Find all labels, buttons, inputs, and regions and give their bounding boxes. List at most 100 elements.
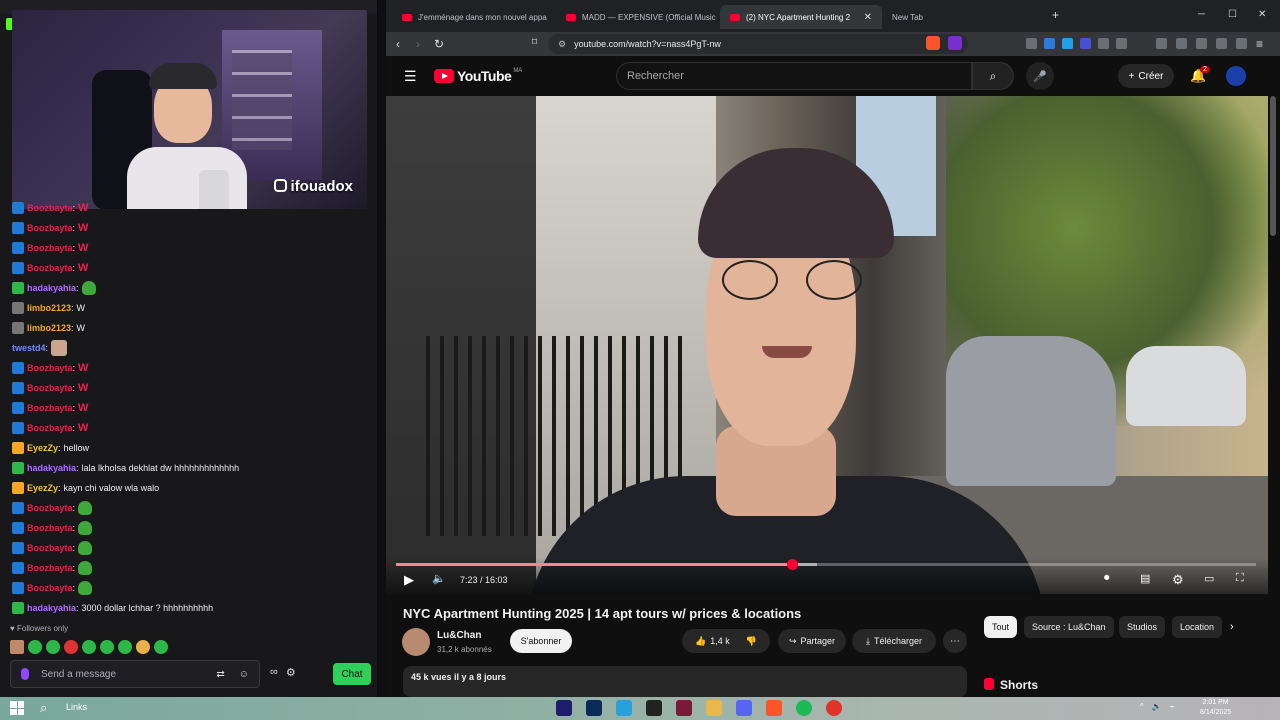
- channel-avatar[interactable]: [402, 628, 430, 656]
- discord-icon[interactable]: [736, 700, 752, 716]
- fullscreen-icon[interactable]: ⛶: [1236, 572, 1244, 585]
- scrubber-handle[interactable]: [786, 559, 798, 570]
- description-box[interactable]: 45 k vues il y a 8 jours: [403, 666, 967, 697]
- chip-studios[interactable]: Studios: [1119, 616, 1166, 638]
- chat-username[interactable]: Boozbayta: [27, 383, 73, 393]
- like-dislike-group[interactable]: 👍 1,4 k 👎: [682, 629, 770, 653]
- tab-jemmenage[interactable]: J'emménage dans mon nouvel appa: [392, 5, 552, 29]
- close-tab-icon[interactable]: ✕: [864, 12, 872, 23]
- wallet-icon[interactable]: [1196, 38, 1207, 49]
- share-button[interactable]: ↪ Partager: [778, 629, 846, 653]
- theater-mode-icon[interactable]: ▭: [1204, 572, 1214, 585]
- chip-all[interactable]: Tout: [984, 616, 1018, 638]
- extension-icon[interactable]: [1098, 38, 1109, 49]
- thumbs-down-icon[interactable]: 👎: [746, 636, 757, 647]
- chat-username[interactable]: EyezZy: [27, 443, 58, 453]
- mic-icon[interactable]: [21, 668, 29, 680]
- chat-username[interactable]: Boozbayta: [27, 263, 73, 273]
- emote-icon[interactable]: [64, 640, 78, 654]
- emote-bar[interactable]: [10, 640, 168, 654]
- reload-icon[interactable]: ↻: [434, 37, 444, 51]
- address-bar[interactable]: ⚙ youtube.com/watch?v=nass4PgT-nw: [548, 34, 968, 54]
- maximize-icon[interactable]: ☐: [1228, 9, 1237, 20]
- play-icon[interactable]: ▶: [404, 572, 414, 588]
- chip-source[interactable]: Source : Lu&Chan: [1024, 616, 1114, 638]
- brave-icon[interactable]: [766, 700, 782, 716]
- chat-username[interactable]: hadakyahia: [27, 463, 76, 473]
- emote-icon[interactable]: [82, 640, 96, 654]
- voice-search-button[interactable]: 🎤: [1026, 62, 1054, 90]
- premiere-icon[interactable]: [556, 700, 572, 716]
- autoplay-toggle-icon[interactable]: ⏺: [1104, 572, 1110, 585]
- chat-username[interactable]: hadakyahia: [27, 283, 76, 293]
- subscribe-button[interactable]: S'abonner: [510, 629, 572, 653]
- account-avatar[interactable]: [1226, 66, 1246, 86]
- chat-username[interactable]: Boozbayta: [27, 203, 73, 213]
- chat-username[interactable]: Boozbayta: [27, 243, 73, 253]
- settings-gear-icon[interactable]: ⚙: [1172, 572, 1184, 588]
- camera-icon[interactable]: [646, 700, 662, 716]
- chat-username[interactable]: limbo2123: [27, 323, 71, 333]
- extension-icon[interactable]: [1026, 38, 1037, 49]
- search-icon[interactable]: ⌕: [40, 700, 47, 716]
- sidebar-icon[interactable]: [1176, 38, 1187, 49]
- bookmark-icon[interactable]: ⌑: [532, 37, 537, 48]
- emote-icon[interactable]: [136, 640, 150, 654]
- create-button[interactable]: + Créer: [1118, 64, 1174, 88]
- video-player[interactable]: [386, 96, 1268, 594]
- chat-username[interactable]: Boozbayta: [27, 543, 73, 553]
- thumbs-up-icon[interactable]: 👍: [695, 636, 706, 647]
- chat-input[interactable]: Send a message ⇄ ☺: [10, 660, 260, 688]
- minimize-icon[interactable]: ─: [1198, 9, 1205, 20]
- new-tab-button[interactable]: +: [1052, 8, 1059, 22]
- chat-username[interactable]: twestd4: [12, 343, 46, 353]
- chat-send-button[interactable]: Chat: [333, 663, 371, 685]
- more-actions-button[interactable]: ⋯: [943, 629, 967, 653]
- tab-madd-expensive[interactable]: MADD — EXPENSIVE (Official Music: [556, 5, 718, 29]
- hamburger-menu-icon[interactable]: ☰: [404, 68, 417, 85]
- emote-icon[interactable]: [154, 640, 168, 654]
- browser-menu-icon[interactable]: ≡: [1256, 37, 1263, 51]
- media-icon[interactable]: [1156, 38, 1167, 49]
- extension-icon[interactable]: [1044, 38, 1055, 49]
- taskbar-links-label[interactable]: Links: [66, 702, 87, 712]
- chat-username[interactable]: Boozbayta: [27, 403, 73, 413]
- forward-icon[interactable]: ›: [416, 37, 420, 51]
- brave-rewards-icon[interactable]: [948, 36, 962, 50]
- chat-username[interactable]: Boozbayta: [27, 563, 73, 573]
- page-scrollbar[interactable]: [1270, 96, 1276, 236]
- network-icon[interactable]: ⌁: [1170, 702, 1175, 711]
- tab-nyc-apartment[interactable]: (2) NYC Apartment Hunting 2 ✕: [720, 5, 882, 29]
- extensions-puzzle-icon[interactable]: [1116, 38, 1127, 49]
- site-info-icon[interactable]: ⚙: [558, 39, 566, 50]
- search-button[interactable]: ⌕: [972, 62, 1014, 90]
- chip-location[interactable]: Location: [1172, 616, 1222, 638]
- chat-username[interactable]: EyezZy: [27, 483, 58, 493]
- download-button[interactable]: ⤓ Télécharger: [852, 629, 936, 653]
- chat-username[interactable]: Boozbayta: [27, 223, 73, 233]
- emote-icon[interactable]: [118, 640, 132, 654]
- windows-start-icon[interactable]: [10, 701, 24, 715]
- chevron-up-icon[interactable]: ^: [1140, 702, 1144, 711]
- vpn-icon[interactable]: [1236, 38, 1247, 49]
- app-icon[interactable]: [826, 700, 842, 716]
- progress-bar[interactable]: [396, 559, 1256, 570]
- file-explorer-icon[interactable]: [706, 700, 722, 716]
- back-icon[interactable]: ‹: [396, 37, 400, 51]
- chat-username[interactable]: Boozbayta: [27, 523, 73, 533]
- chat-username[interactable]: limbo2123: [27, 303, 71, 313]
- volume-icon[interactable]: 🔈: [1152, 702, 1162, 711]
- close-window-icon[interactable]: ✕: [1258, 9, 1266, 20]
- emoji-icon[interactable]: ☺: [239, 669, 249, 680]
- search-input[interactable]: Rechercher: [616, 62, 972, 90]
- emote-icon[interactable]: [46, 640, 60, 654]
- points-icon[interactable]: ∞: [270, 666, 278, 679]
- photoshop-icon[interactable]: [586, 700, 602, 716]
- emote-icon[interactable]: [28, 640, 42, 654]
- brave-shields-icon[interactable]: [926, 36, 940, 50]
- chat-username[interactable]: Boozbayta: [27, 423, 73, 433]
- emote-icon[interactable]: [10, 640, 24, 654]
- chat-username[interactable]: Boozbayta: [27, 583, 73, 593]
- emote-icon[interactable]: [100, 640, 114, 654]
- spotify-icon[interactable]: [796, 700, 812, 716]
